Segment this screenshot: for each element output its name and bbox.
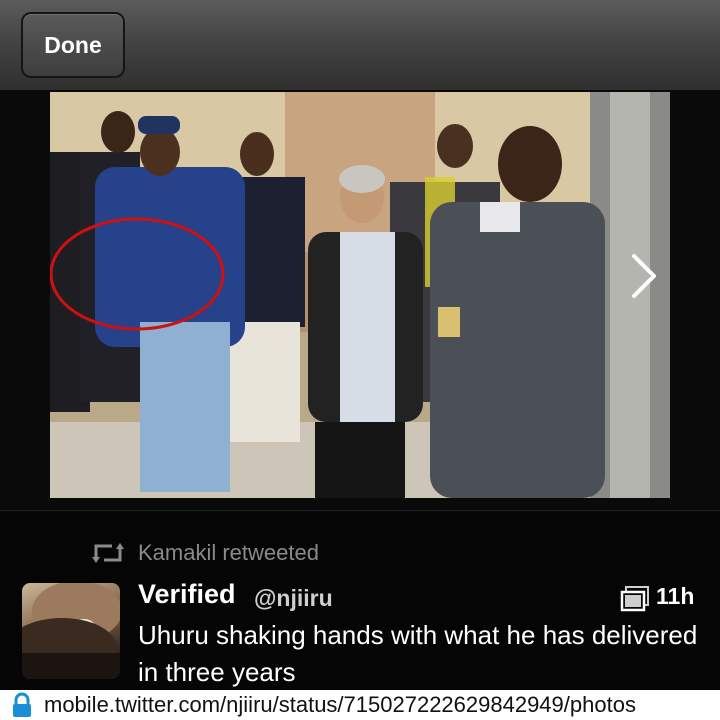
retweet-label: Kamakil retweeted bbox=[138, 540, 319, 565]
lock-icon bbox=[13, 692, 31, 717]
next-arrow-icon[interactable] bbox=[626, 252, 660, 300]
avatar[interactable] bbox=[22, 583, 120, 679]
avatar-image bbox=[22, 583, 120, 679]
url-text: mobile.twitter.com/njiiru/status/7150272… bbox=[44, 692, 636, 717]
photo-stack-icon bbox=[620, 586, 649, 612]
done-button[interactable]: Done bbox=[21, 12, 125, 78]
photo-illustration bbox=[50, 92, 670, 498]
retweet-icon bbox=[92, 543, 124, 563]
retweet-row: Kamakil retweeted bbox=[92, 539, 319, 567]
tweet-card[interactable]: Kamakil retweeted Verified @njiiru 11h U… bbox=[0, 511, 720, 720]
user-handle[interactable]: @njiiru bbox=[254, 585, 333, 612]
tweet-text: Uhuru shaking hands with what he has del… bbox=[138, 620, 698, 687]
display-name[interactable]: Verified bbox=[138, 579, 236, 610]
top-toolbar: Done bbox=[0, 0, 720, 91]
tweet-time: 11h bbox=[656, 583, 695, 609]
photo-viewer bbox=[0, 90, 720, 510]
url-bar[interactable]: mobile.twitter.com/njiiru/status/7150272… bbox=[0, 690, 720, 720]
tweet-photo[interactable] bbox=[50, 92, 670, 498]
